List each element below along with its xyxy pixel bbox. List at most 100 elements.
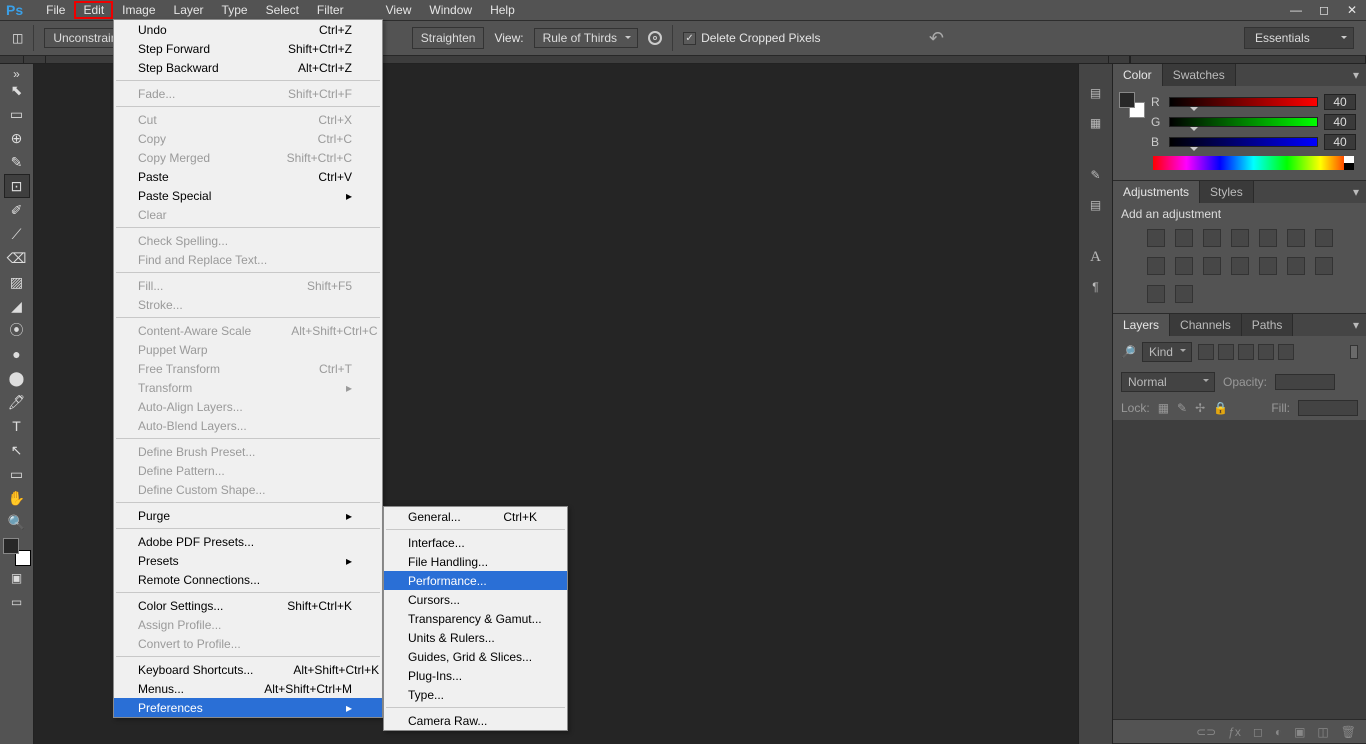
adjustment-icon[interactable] [1203, 229, 1221, 247]
new-layer-icon[interactable]: ◫ [1317, 725, 1328, 739]
brushpresets-icon[interactable]: ▤ [1083, 192, 1109, 218]
menu-file[interactable]: File [37, 1, 74, 19]
view-dropdown[interactable]: Rule of Thirds [534, 28, 638, 48]
adjustment-icon[interactable] [1147, 285, 1165, 303]
menu-image[interactable]: Image [113, 1, 164, 19]
tab-channels[interactable]: Channels [1170, 314, 1242, 336]
layer-kind-dropdown[interactable]: Kind [1142, 342, 1192, 362]
r-slider[interactable] [1169, 97, 1318, 107]
tool-1[interactable]: ▭ [4, 102, 30, 126]
opacity-field[interactable] [1275, 374, 1335, 390]
tool-17[interactable]: ✋ [4, 486, 30, 510]
menu-item[interactable]: Presets▸ [114, 551, 382, 570]
menu-item[interactable]: Step ForwardShift+Ctrl+Z [114, 39, 382, 58]
menu-item[interactable]: Guides, Grid & Slices... [384, 647, 567, 666]
menu-item[interactable]: Preferences▸ [114, 698, 382, 717]
menu-item[interactable]: UndoCtrl+Z [114, 20, 382, 39]
b-slider[interactable] [1169, 137, 1318, 147]
delete-cropped-checkbox[interactable]: Delete Cropped Pixels [683, 31, 820, 45]
menu-item[interactable]: Transparency & Gamut... [384, 609, 567, 628]
adjustment-icon[interactable] [1259, 257, 1277, 275]
r-value[interactable]: 40 [1324, 94, 1356, 110]
menu-item[interactable]: PasteCtrl+V [114, 167, 382, 186]
menu-item[interactable]: Keyboard Shortcuts...Alt+Shift+Ctrl+K [114, 660, 382, 679]
crop-tool-icon[interactable]: ◫ [12, 31, 23, 45]
tool-10[interactable]: ⦿ [4, 318, 30, 342]
lock-position-icon[interactable]: ✢ [1195, 401, 1205, 415]
tool-18[interactable]: 🔍 [4, 510, 30, 534]
tool-2[interactable]: ⊕ [4, 126, 30, 150]
g-value[interactable]: 40 [1324, 114, 1356, 130]
filter-smart-icon[interactable] [1278, 344, 1294, 360]
tab-swatches[interactable]: Swatches [1163, 64, 1236, 86]
history-icon[interactable]: ▤ [1083, 80, 1109, 106]
menu-help[interactable]: Help [481, 1, 524, 19]
menu-item[interactable]: Paste Special▸ [114, 186, 382, 205]
tab-color[interactable]: Color [1113, 64, 1163, 86]
menu-filter[interactable]: Filter [308, 1, 353, 19]
menu-item[interactable]: Cursors... [384, 590, 567, 609]
adjustment-icon[interactable] [1315, 257, 1333, 275]
layer-mask-icon[interactable]: ◻ [1253, 725, 1263, 739]
adjustment-icon[interactable] [1147, 229, 1165, 247]
adjustment-icon[interactable] [1231, 229, 1249, 247]
menu-item[interactable]: Adobe PDF Presets... [114, 532, 382, 551]
b-value[interactable]: 40 [1324, 134, 1356, 150]
workspace-dropdown[interactable]: Essentials [1244, 27, 1354, 49]
tool-15[interactable]: ↖ [4, 438, 30, 462]
new-fill-icon[interactable]: ◐ [1275, 725, 1282, 739]
layer-style-icon[interactable]: ƒx [1228, 725, 1241, 739]
menu-edit[interactable]: Edit [74, 1, 113, 19]
lock-image-icon[interactable]: ✎ [1177, 401, 1187, 415]
color-swatch[interactable] [1119, 92, 1145, 118]
adjustment-icon[interactable] [1287, 229, 1305, 247]
tool-6[interactable]: ⟋ [4, 222, 30, 246]
tool-14[interactable]: T [4, 414, 30, 438]
adjustment-icon[interactable] [1287, 257, 1305, 275]
maximize-button[interactable]: ◻ [1310, 1, 1338, 19]
menu-item[interactable]: Purge▸ [114, 506, 382, 525]
adjustment-icon[interactable] [1259, 229, 1277, 247]
minimize-button[interactable]: — [1282, 1, 1310, 19]
quickmask-icon[interactable]: ▣ [4, 566, 30, 590]
spectrum-bar[interactable] [1153, 156, 1354, 170]
foreground-background-swatch[interactable] [3, 538, 31, 566]
menu-item[interactable]: Performance... [384, 571, 567, 590]
menu-item[interactable]: Remote Connections... [114, 570, 382, 589]
tab-styles[interactable]: Styles [1200, 181, 1254, 203]
filter-type-icon[interactable] [1238, 344, 1254, 360]
close-button[interactable]: ✕ [1338, 1, 1366, 19]
brush-icon[interactable]: ✎ [1083, 162, 1109, 188]
screenmode-icon[interactable]: ▭ [4, 590, 30, 614]
adjustment-icon[interactable] [1203, 257, 1221, 275]
menu-item[interactable]: File Handling... [384, 552, 567, 571]
menu-item[interactable]: Step BackwardAlt+Ctrl+Z [114, 58, 382, 77]
tool-5[interactable]: ✐ [4, 198, 30, 222]
tab-adjustments[interactable]: Adjustments [1113, 181, 1200, 203]
filter-toggle[interactable] [1350, 345, 1358, 359]
adjustment-icon[interactable] [1231, 257, 1249, 275]
blend-mode-dropdown[interactable]: Normal [1121, 372, 1215, 392]
menu-item[interactable]: Type... [384, 685, 567, 704]
lock-all-icon[interactable]: 🔒 [1213, 401, 1228, 415]
straighten-button[interactable]: Straighten [412, 27, 485, 49]
delete-layer-icon[interactable]: 🗑 [1341, 725, 1356, 739]
filter-shape-icon[interactable] [1258, 344, 1274, 360]
filter-pixel-icon[interactable] [1198, 344, 1214, 360]
toolbox-collapse[interactable]: » [4, 70, 30, 78]
menu-layer[interactable]: Layer [165, 1, 213, 19]
menu-item[interactable]: Plug-Ins... [384, 666, 567, 685]
tool-4[interactable]: ⊡ [4, 174, 30, 198]
reset-icon[interactable]: ↶ [929, 28, 944, 49]
tool-13[interactable]: 🖊 [4, 390, 30, 414]
menu-view[interactable]: View [377, 1, 421, 19]
menu-select[interactable]: Select [257, 1, 308, 19]
adjustment-icon[interactable] [1175, 257, 1193, 275]
tool-12[interactable]: ⬤ [4, 366, 30, 390]
adjustment-icon[interactable] [1175, 229, 1193, 247]
menu-item[interactable]: Menus...Alt+Shift+Ctrl+M [114, 679, 382, 698]
tool-8[interactable]: ▨ [4, 270, 30, 294]
tool-16[interactable]: ▭ [4, 462, 30, 486]
actions-icon[interactable]: ▦ [1083, 110, 1109, 136]
menu-type[interactable]: Type [213, 1, 257, 19]
